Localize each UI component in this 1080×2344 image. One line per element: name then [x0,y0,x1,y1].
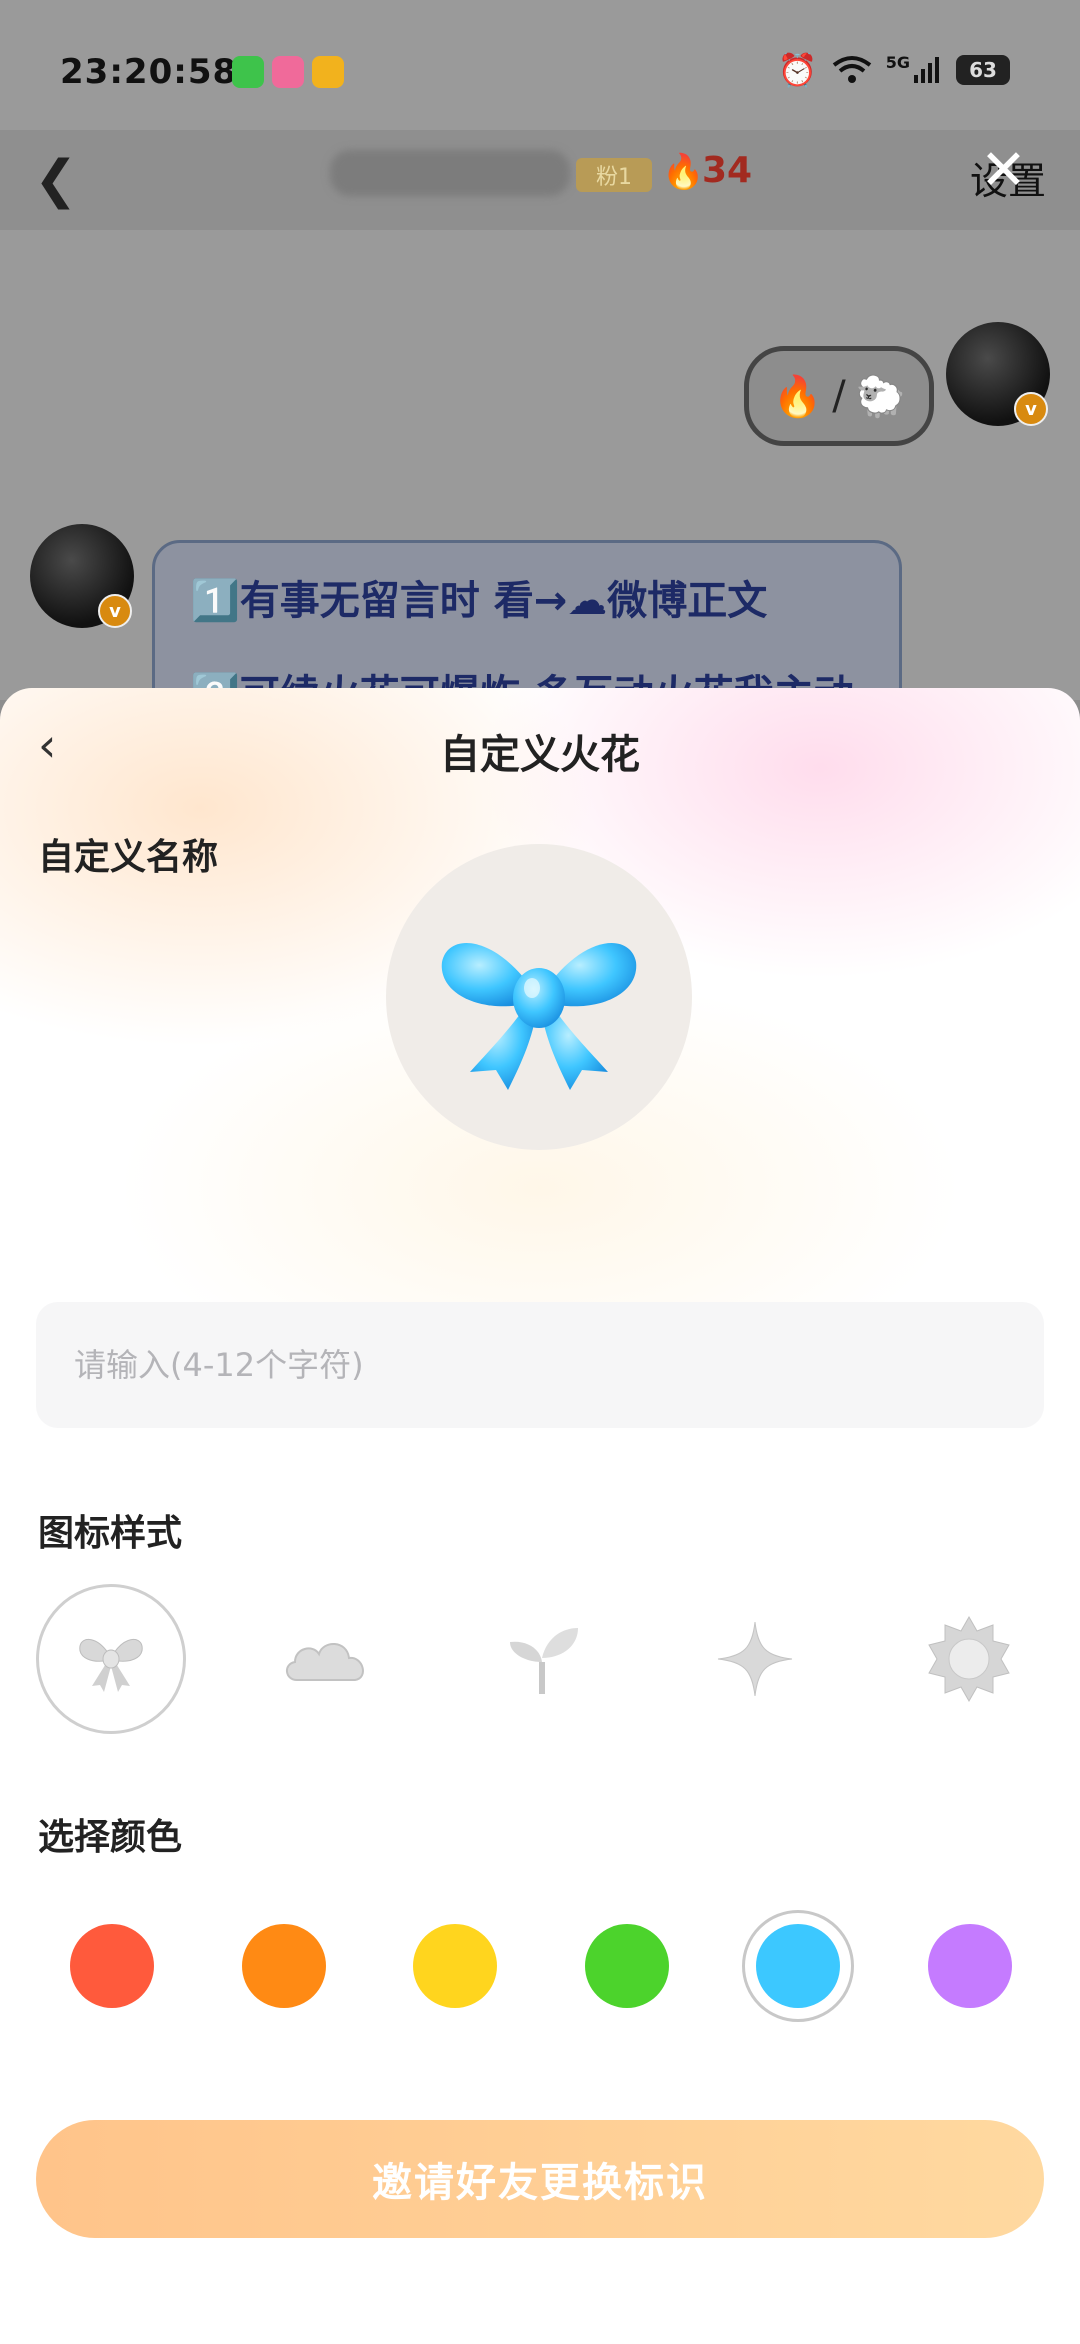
sheet-title: 自定义火花 [440,732,640,778]
color-option-orange[interactable] [242,1924,326,2008]
spark-message-bubble: 🔥 / 🐑 [744,346,934,446]
flame-count: 34 [702,150,753,191]
battery-indicator: 63 [956,55,1010,85]
message-line: 1️⃣有事无留言时 看→☁微博正文 [190,578,768,624]
sheep-icon: 🐑 [855,373,906,420]
color-option-red[interactable] [70,1924,154,2008]
name-label: 自定义名称 [38,837,219,878]
color-option-green[interactable] [585,1924,669,2008]
alarm-icon: ⏰ [777,51,818,89]
icon-option-sun[interactable] [894,1584,1044,1734]
status-bar: 23:20:58 ⏰ 5G 63 [0,0,1080,130]
invite-friend-button[interactable]: 邀请好友更换标识 [36,2120,1044,2238]
icon-option-cloud[interactable] [252,1584,402,1734]
chat-contact-name-blurred [330,150,570,196]
icon-option-sparkle[interactable] [680,1584,830,1734]
chat-back-button[interactable]: ❮ [34,150,78,210]
icon-option-sprout[interactable] [466,1584,616,1734]
fan-badge: 粉1 [576,158,652,192]
color-option-blue[interactable] [756,1924,840,2008]
color-label: 选择颜色 [38,1817,183,1858]
weibo-icon [312,56,344,88]
status-time: 23:20:58 [60,52,238,92]
cloud-icon [286,1643,364,1681]
spark-preview [386,844,692,1150]
divider-slash: / [832,373,846,419]
verified-badge: v [98,594,132,628]
sprout-icon [510,1628,578,1694]
fire-icon: 🔥 [772,373,823,420]
bilibili-icon [272,56,304,88]
color-option-yellow[interactable] [413,1924,497,2008]
wifi-icon [832,56,871,83]
color-option-purple[interactable] [928,1924,1012,2008]
network-label: 5G [885,52,910,72]
spark-name-input[interactable] [36,1302,1044,1428]
wechat-icon [232,56,264,88]
flame-icon: 🔥 [662,152,705,192]
bow-icon [79,1638,143,1692]
bow-icon [441,943,637,1090]
close-icon[interactable]: ✕ [980,138,1027,203]
icon-option-bow[interactable] [36,1584,186,1734]
signal-icon [914,57,939,83]
custom-spark-sheet: ‹ 自定义火花 自定义名称 图标样式 选择颜色 [0,688,1080,2344]
sparkle-icon [717,1621,793,1697]
verified-badge: v [1014,392,1048,426]
status-right: ⏰ 5G 63 [777,51,1010,89]
sun-icon [928,1615,1010,1703]
icon-style-label: 图标样式 [38,1513,183,1554]
